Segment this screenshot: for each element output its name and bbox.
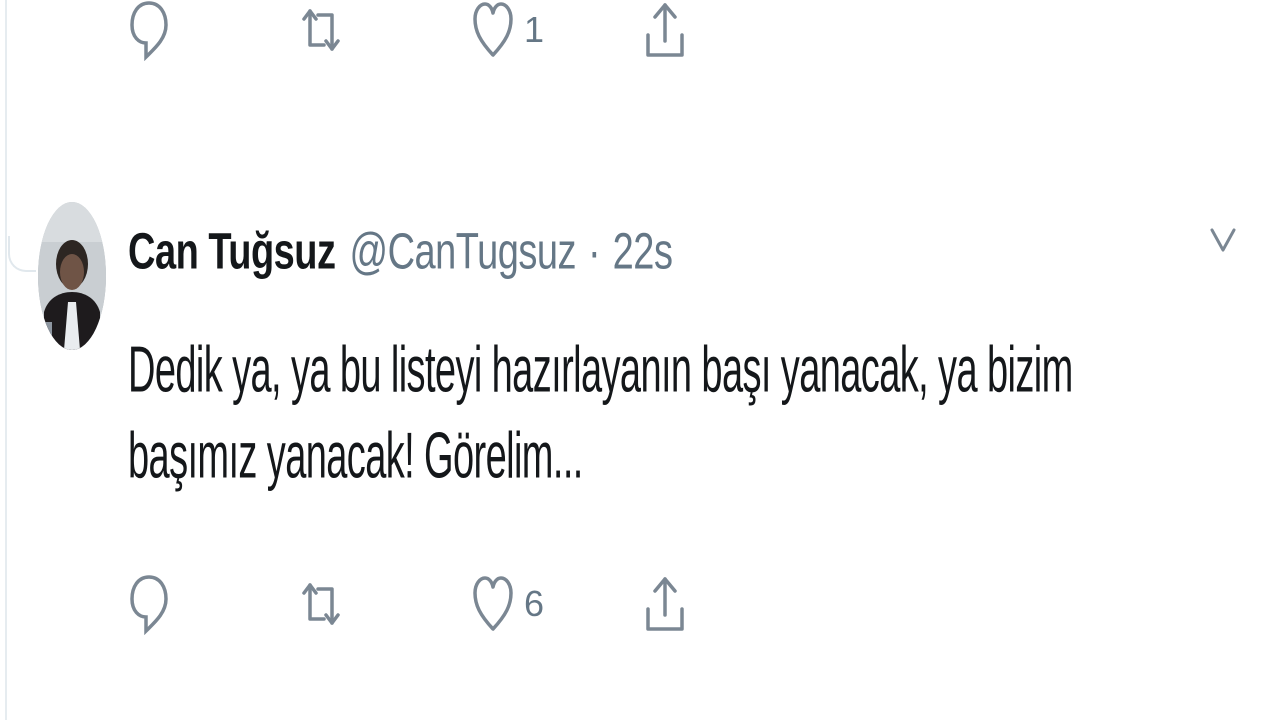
retweet-button[interactable] [300,568,352,640]
reply-button[interactable] [128,568,180,640]
tweet-menu-button[interactable] [1206,220,1240,260]
timeline: 1 Can Tuğsuz @CanTugsuz · 22s Dedik ya, … [0,0,1280,720]
share-icon [644,0,686,61]
share-button[interactable] [644,568,686,640]
like-button[interactable]: 6 [472,568,544,640]
like-icon [472,0,514,61]
display-name[interactable]: Can Tuğsuz [128,224,336,282]
tweet[interactable]: Can Tuğsuz @CanTugsuz · 22s Dedik ya, ya… [0,190,1280,493]
avatar[interactable] [38,202,106,350]
chevron-down-icon [1206,220,1240,260]
tweet-header: Can Tuğsuz @CanTugsuz · 22s [128,224,673,282]
previous-tweet-actions: 1 [128,0,708,66]
share-button[interactable] [644,0,686,66]
tweet-text: Dedik ya, ya bu listeyi hazırlayanın baş… [128,334,1073,494]
tweet-actions: 6 [128,568,708,640]
like-count: 1 [524,9,545,50]
share-icon [644,573,686,635]
like-button[interactable]: 1 [472,0,544,66]
reply-button[interactable] [128,0,180,66]
timestamp[interactable]: 22s [613,224,673,282]
reply-icon [128,0,170,61]
retweet-button[interactable] [300,0,352,66]
user-handle[interactable]: @CanTugsuz [350,224,577,282]
retweet-icon [300,573,342,635]
reply-icon [128,573,170,635]
separator-dot: · [588,224,601,281]
retweet-icon [300,0,342,61]
like-count: 6 [524,583,545,624]
like-icon [472,573,514,635]
